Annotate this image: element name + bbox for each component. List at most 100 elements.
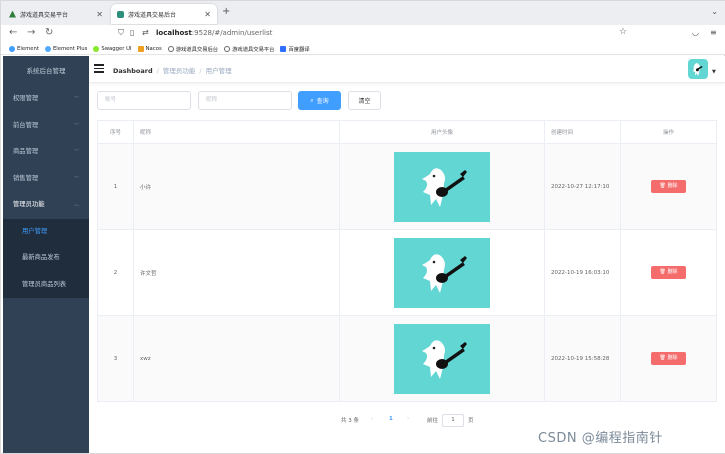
globe-icon [224, 45, 231, 52]
hamburger-icon[interactable] [94, 64, 104, 73]
column-header-avatar: 用户头像 [339, 120, 545, 144]
nickname-search-input[interactable]: 昵称 [198, 91, 292, 110]
sidebar-item-admin[interactable]: 管理员功能 ︿ [3, 192, 89, 219]
bookmark-swagger[interactable]: Swagger UI [93, 45, 132, 52]
row-created-time: 2022-10-19 16:03:10 [544, 229, 621, 316]
delete-label: 删除 [667, 269, 678, 275]
breadcrumb-admin: 管理员功能 [162, 67, 196, 75]
trash-icon: 🗑 [659, 183, 666, 189]
swagger-icon [93, 45, 100, 52]
row-index: 2 [97, 229, 134, 316]
delete-button[interactable]: 🗑 删除 [651, 352, 686, 365]
bookmark-platform[interactable]: 游戏道具交易平台 [224, 45, 274, 53]
close-icon[interactable]: ✕ [96, 10, 103, 19]
row-created-time: 2022-10-19 15:58:28 [544, 315, 621, 402]
page-icon[interactable]: ▯ [130, 28, 134, 37]
avatar[interactable] [688, 59, 708, 79]
breadcrumb-dashboard[interactable]: Dashboard [113, 67, 153, 75]
delete-button[interactable]: 🗑 删除 [651, 180, 686, 193]
user-avatar-image [394, 323, 490, 394]
page-suffix: 页 [468, 418, 474, 424]
table-header-row: 序号 昵称 用户头像 创建时间 操作 [97, 120, 717, 144]
address-bar[interactable]: localhost:9528/#/admin/userlist [156, 29, 272, 37]
bookmarks-bar: Element Element Plus Swagger UI Nacos 游戏… [1, 43, 725, 55]
menu-icon[interactable]: ≡ [710, 28, 717, 37]
row-nickname: xwz [133, 315, 340, 402]
column-header-created: 创建时间 [544, 120, 621, 144]
delete-label: 删除 [667, 183, 678, 189]
bookmark-label: 百度翻译 [288, 46, 310, 53]
bookmark-label: 游戏道具交易后台 [175, 46, 219, 53]
table-row: 1 小许 2022-10-27 12:17:10 🗑 删除 [97, 143, 717, 230]
delete-button[interactable]: 🗑 删除 [651, 266, 686, 279]
bookmark-star-icon[interactable]: ☆ [619, 27, 627, 37]
bookmark-admin[interactable]: 游戏道具交易后台 [167, 45, 219, 53]
trash-icon: 🗑 [659, 269, 666, 275]
breadcrumb-separator: / [199, 67, 202, 75]
back-arrow-icon[interactable]: ← [9, 27, 17, 38]
row-actions: 🗑 删除 [620, 143, 717, 230]
element-icon [9, 45, 15, 52]
mountain-icon [9, 10, 16, 18]
sidebar-subitem-admin-products[interactable]: 管理员商品列表 [3, 272, 89, 299]
tab-bar: 游戏道具交易平台 ✕ 游戏道具交易后台 ✕ + ⌄ [1, 1, 725, 25]
sidebar-subitem-new-products[interactable]: 最新商品发布 [3, 245, 89, 272]
chevron-down-icon: ﹀ [73, 96, 79, 102]
account-search-input[interactable]: 账号 [97, 91, 191, 110]
sidebar-item-label: 销售管理 [13, 174, 39, 182]
bookmark-nacos[interactable]: Nacos [137, 45, 162, 52]
sidebar-item-label: 商品管理 [13, 148, 39, 155]
row-actions: 🗑 删除 [620, 229, 717, 316]
url-host: localhost [156, 29, 192, 37]
search-button[interactable]: ⌕ 查询 [298, 91, 341, 110]
shield-icon[interactable]: ⛉ [118, 28, 124, 38]
bookmark-label: Element [17, 45, 39, 52]
bookmark-label: 游戏道具交易平台 [232, 46, 275, 53]
trash-icon: 🗑 [659, 355, 666, 361]
next-page-icon[interactable]: › [407, 416, 409, 422]
chevron-down-icon: ﹀ [73, 122, 79, 129]
row-index: 1 [97, 143, 134, 230]
sidebar: 系统后台管理 权限管理 ﹀ 前台管理 ﹀ 商品管理 ﹀ 销售管理 ﹀ 管理员功能 ︿ 用户… [3, 56, 89, 453]
browser-window: 游戏道具交易平台 ✕ 游戏道具交易后台 ✕ + ⌄ ← → ↻ ⛉ ▯ ⇄ lo… [0, 0, 725, 454]
bookmark-element[interactable]: Element [9, 45, 39, 52]
search-icon: ⌕ [310, 96, 314, 104]
page-number-current[interactable]: 1 [389, 416, 393, 422]
bookmark-element-plus[interactable]: Element Plus [44, 45, 87, 52]
goto-page-input[interactable]: 1 [442, 414, 464, 427]
pocket-icon[interactable]: ◡ [692, 28, 699, 37]
close-icon[interactable]: ✕ [204, 10, 211, 19]
forward-arrow-icon[interactable]: → [27, 27, 35, 38]
nav-bar: ← → ↻ ⛉ ▯ ⇄ localhost:9528/#/admin/userl… [1, 25, 725, 43]
column-header-nickname: 昵称 [133, 120, 340, 144]
new-tab-icon[interactable]: + [222, 6, 230, 17]
translate-icon [280, 45, 287, 52]
goto-label: 前往 [427, 418, 439, 424]
globe-icon [167, 45, 174, 52]
prev-page-icon[interactable]: ‹ [371, 416, 373, 422]
tab-title: 游戏道具交易平台 [20, 11, 69, 19]
sidebar-subitem-user-management[interactable]: 用户管理 [3, 219, 89, 246]
top-header: Dashboard / 管理员功能 / 用户管理 ▼ [89, 56, 725, 83]
chevron-down-icon[interactable]: ⌄ [711, 7, 718, 16]
column-header-index: 序号 [97, 120, 134, 144]
delete-label: 删除 [667, 355, 678, 361]
clear-button[interactable]: 清空 [348, 91, 381, 110]
sidebar-item-permissions[interactable]: 权限管理 ﹀ [3, 86, 89, 113]
sidebar-item-label: 前台管理 [13, 121, 39, 129]
connection-icon[interactable]: ⇄ [142, 28, 149, 37]
sidebar-item-label: 权限管理 [13, 95, 39, 102]
caret-down-icon[interactable]: ▼ [712, 69, 716, 75]
sidebar-title: 系统后台管理 [26, 67, 66, 75]
tab-title: 游戏道具交易后台 [128, 11, 177, 19]
user-avatar-image [394, 151, 490, 222]
bookmark-baidu-translate[interactable]: 百度翻译 [280, 45, 310, 53]
watermark: CSDN @编程指南针 [538, 431, 663, 446]
sidebar-item-frontend[interactable]: 前台管理 ﹀ [3, 113, 89, 140]
sidebar-item-products[interactable]: 商品管理 ﹀ [3, 139, 89, 166]
sidebar-item-sales[interactable]: 销售管理 ﹀ [3, 166, 89, 193]
browser-tab-platform[interactable]: 游戏道具交易平台 ✕ [3, 4, 109, 24]
browser-tab-admin[interactable]: 游戏道具交易后台 ✕ [111, 4, 217, 24]
row-nickname: 小许 [133, 143, 340, 230]
reload-icon[interactable]: ↻ [45, 27, 53, 38]
